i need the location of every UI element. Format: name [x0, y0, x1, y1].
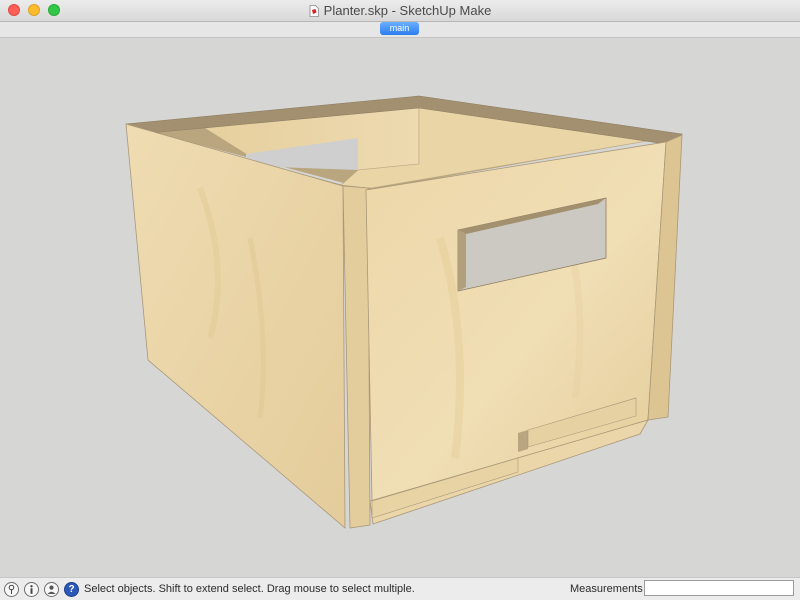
credits-icon[interactable] [24, 582, 39, 597]
window-title: Planter.skp - SketchUp Make [323, 3, 492, 18]
status-instruction: Select objects. Shift to extend select. … [84, 583, 415, 595]
user-icon[interactable] [44, 582, 59, 597]
sketchup-document-icon [309, 5, 319, 21]
help-icon[interactable]: ? [64, 582, 79, 597]
measurements-label: Measurements [570, 583, 643, 595]
planter-model[interactable] [0, 38, 800, 577]
measurements-input[interactable] [644, 580, 794, 596]
drawing-area[interactable] [0, 38, 800, 577]
sketchup-window: Planter.skp - SketchUp Make main ? Selec… [0, 0, 800, 600]
scene-tab-main[interactable]: main [380, 22, 419, 35]
title-bar[interactable]: Planter.skp - SketchUp Make [0, 0, 800, 22]
geo-location-icon[interactable] [4, 582, 19, 597]
status-bar: ? Select objects. Shift to extend select… [0, 577, 800, 600]
window-title-container: Planter.skp - SketchUp Make [0, 3, 800, 21]
scene-tab-bar: main [0, 22, 800, 38]
